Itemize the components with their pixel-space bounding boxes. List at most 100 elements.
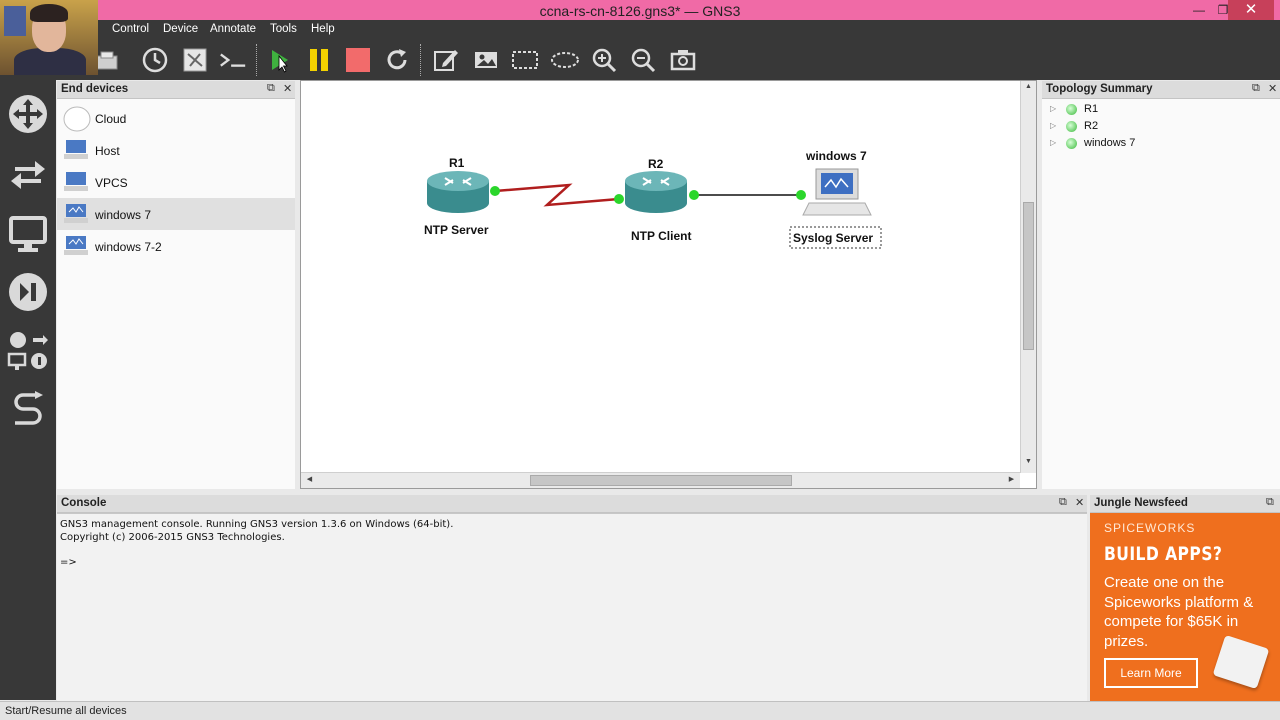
r1-label[interactable]: NTP Server [424, 223, 488, 237]
minimize-button[interactable]: — [1186, 0, 1212, 20]
windows7-label[interactable]: Syslog Server [793, 231, 873, 245]
scroll-right-icon[interactable]: ▶ [1006, 475, 1017, 486]
canvas-horizontal-scrollbar[interactable]: ◀ ▶ [301, 472, 1020, 488]
device-host[interactable]: Host [57, 134, 295, 166]
all-devices-icon[interactable] [6, 330, 50, 374]
draw-rectangle-icon[interactable] [510, 45, 540, 75]
horizontal-scroll-thumb[interactable] [530, 475, 792, 486]
windows-host-icon[interactable] [802, 168, 872, 216]
device-type-dock [0, 80, 56, 700]
newsfeed-ad[interactable]: SPICEWORKS BUILD APPS? Create one on the… [1090, 513, 1280, 701]
router-r2-icon[interactable] [625, 171, 687, 213]
vertical-scroll-thumb[interactable] [1023, 202, 1034, 350]
port-status-dot [796, 190, 806, 200]
end-devices-icon[interactable] [6, 212, 50, 256]
learn-more-button[interactable]: Learn More [1104, 658, 1198, 688]
menu-control[interactable]: Control [112, 23, 149, 35]
summary-item[interactable]: ▷ R2 [1042, 118, 1280, 135]
suspend-all-button[interactable] [304, 45, 334, 75]
r2-name[interactable]: R2 [648, 157, 663, 171]
webcam-overlay [0, 0, 98, 75]
menu-tools[interactable]: Tools [270, 23, 297, 35]
console-line: GNS3 management console. Running GNS3 ve… [60, 519, 454, 530]
menu-bar: Control Device Annotate Tools Help [98, 20, 1280, 40]
add-note-icon[interactable] [431, 45, 461, 75]
windows-icon [63, 202, 89, 226]
panel-close-icon[interactable]: ✕ [1075, 496, 1084, 509]
summary-item[interactable]: ▷ R1 [1042, 101, 1280, 118]
status-dot-icon [1066, 104, 1077, 115]
device-label: windows 7 [95, 208, 152, 222]
end-devices-list: Cloud Host VPCS windows 7 windows 7-2 [57, 99, 295, 489]
panel-close-icon[interactable]: ✕ [1268, 82, 1277, 95]
ad-body: Create one on the Spiceworks platform & … [1104, 574, 1254, 650]
zoom-in-icon[interactable] [589, 45, 619, 75]
topology-summary-header: Topology Summary ⧉ ✕ [1042, 81, 1280, 99]
serial-link[interactable] [494, 183, 620, 207]
stop-all-button[interactable] [343, 45, 373, 75]
newsfeed-title: Jungle Newsfeed [1094, 497, 1188, 509]
port-status-dot [490, 186, 500, 196]
device-label: windows 7-2 [95, 240, 162, 254]
console-output[interactable]: GNS3 management console. Running GNS3 ve… [57, 513, 1087, 701]
console-line: Copyright (c) 2006-2015 GNS3 Technologie… [60, 532, 285, 543]
device-vpcs[interactable]: VPCS [57, 166, 295, 198]
console-prompt[interactable]: => [60, 557, 77, 568]
r2-label[interactable]: NTP Client [631, 229, 691, 243]
r1-name[interactable]: R1 [449, 156, 464, 170]
device-label: Host [95, 144, 120, 158]
security-devices-icon[interactable] [6, 270, 50, 314]
panel-close-icon[interactable]: ✕ [283, 82, 292, 95]
windows7-name[interactable]: windows 7 [806, 149, 867, 163]
ad-headline: BUILD APPS? [1104, 543, 1223, 565]
status-text: Start/Resume all devices [5, 705, 127, 717]
status-bar: Start/Resume all devices [0, 701, 1280, 720]
window-title: ccna-rs-cn-8126.gns3* — GNS3 [539, 3, 741, 19]
menu-device[interactable]: Device [163, 23, 198, 35]
topology-summary-title: Topology Summary [1046, 83, 1153, 95]
console-title: Console [61, 497, 107, 509]
toolbar [0, 40, 1280, 80]
port-status-dot [689, 190, 699, 200]
gns3-window: ccna-rs-cn-8126.gns3* — GNS3 — ❐ ✕ Contr… [0, 0, 1280, 720]
topology-canvas[interactable]: R1 NTP Server R2 NTP Client windows 7 Sy… [300, 80, 1037, 489]
close-button[interactable]: ✕ [1228, 0, 1274, 20]
switches-icon[interactable] [6, 151, 50, 195]
expand-arrow-icon[interactable]: ▷ [1050, 121, 1056, 130]
undock-icon[interactable]: ⧉ [1252, 82, 1260, 95]
start-all-button[interactable] [264, 45, 294, 75]
undock-icon[interactable]: ⧉ [1266, 496, 1274, 509]
show-interface-labels-icon[interactable] [180, 45, 210, 75]
insert-picture-icon[interactable] [471, 45, 501, 75]
summary-item-label: windows 7 [1084, 137, 1136, 149]
menu-help[interactable]: Help [311, 23, 335, 35]
scroll-up-icon[interactable]: ▲ [1023, 83, 1034, 94]
router-r1-icon[interactable] [427, 171, 489, 213]
summary-item[interactable]: ▷ windows 7 [1042, 135, 1280, 152]
add-link-icon[interactable] [6, 388, 50, 432]
menu-annotate[interactable]: Annotate [210, 23, 256, 35]
device-windows-7[interactable]: windows 7 [57, 198, 295, 230]
clock-icon[interactable] [140, 45, 170, 75]
canvas-vertical-scrollbar[interactable]: ▲ ▼ [1020, 81, 1036, 473]
expand-arrow-icon[interactable]: ▷ [1050, 138, 1056, 147]
port-status-dot [614, 194, 624, 204]
undock-icon[interactable]: ⧉ [1059, 496, 1067, 509]
device-label: Cloud [95, 112, 127, 126]
device-label: VPCS [95, 176, 128, 190]
zoom-out-icon[interactable] [628, 45, 658, 75]
device-windows-7-2[interactable]: windows 7-2 [57, 230, 295, 262]
status-dot-icon [1066, 138, 1077, 149]
screenshot-icon[interactable] [668, 45, 698, 75]
undock-icon[interactable]: ⧉ [267, 82, 275, 95]
summary-item-label: R1 [1084, 103, 1099, 115]
scroll-down-icon[interactable]: ▼ [1023, 458, 1034, 469]
draw-ellipse-icon[interactable] [550, 45, 580, 75]
reload-all-button[interactable] [382, 45, 412, 75]
end-devices-title: End devices [61, 83, 129, 95]
device-cloud[interactable]: Cloud [57, 102, 295, 134]
scroll-left-icon[interactable]: ◀ [304, 475, 315, 486]
routers-icon[interactable] [6, 92, 50, 136]
expand-arrow-icon[interactable]: ▷ [1050, 104, 1056, 113]
console-all-icon[interactable] [218, 45, 248, 75]
